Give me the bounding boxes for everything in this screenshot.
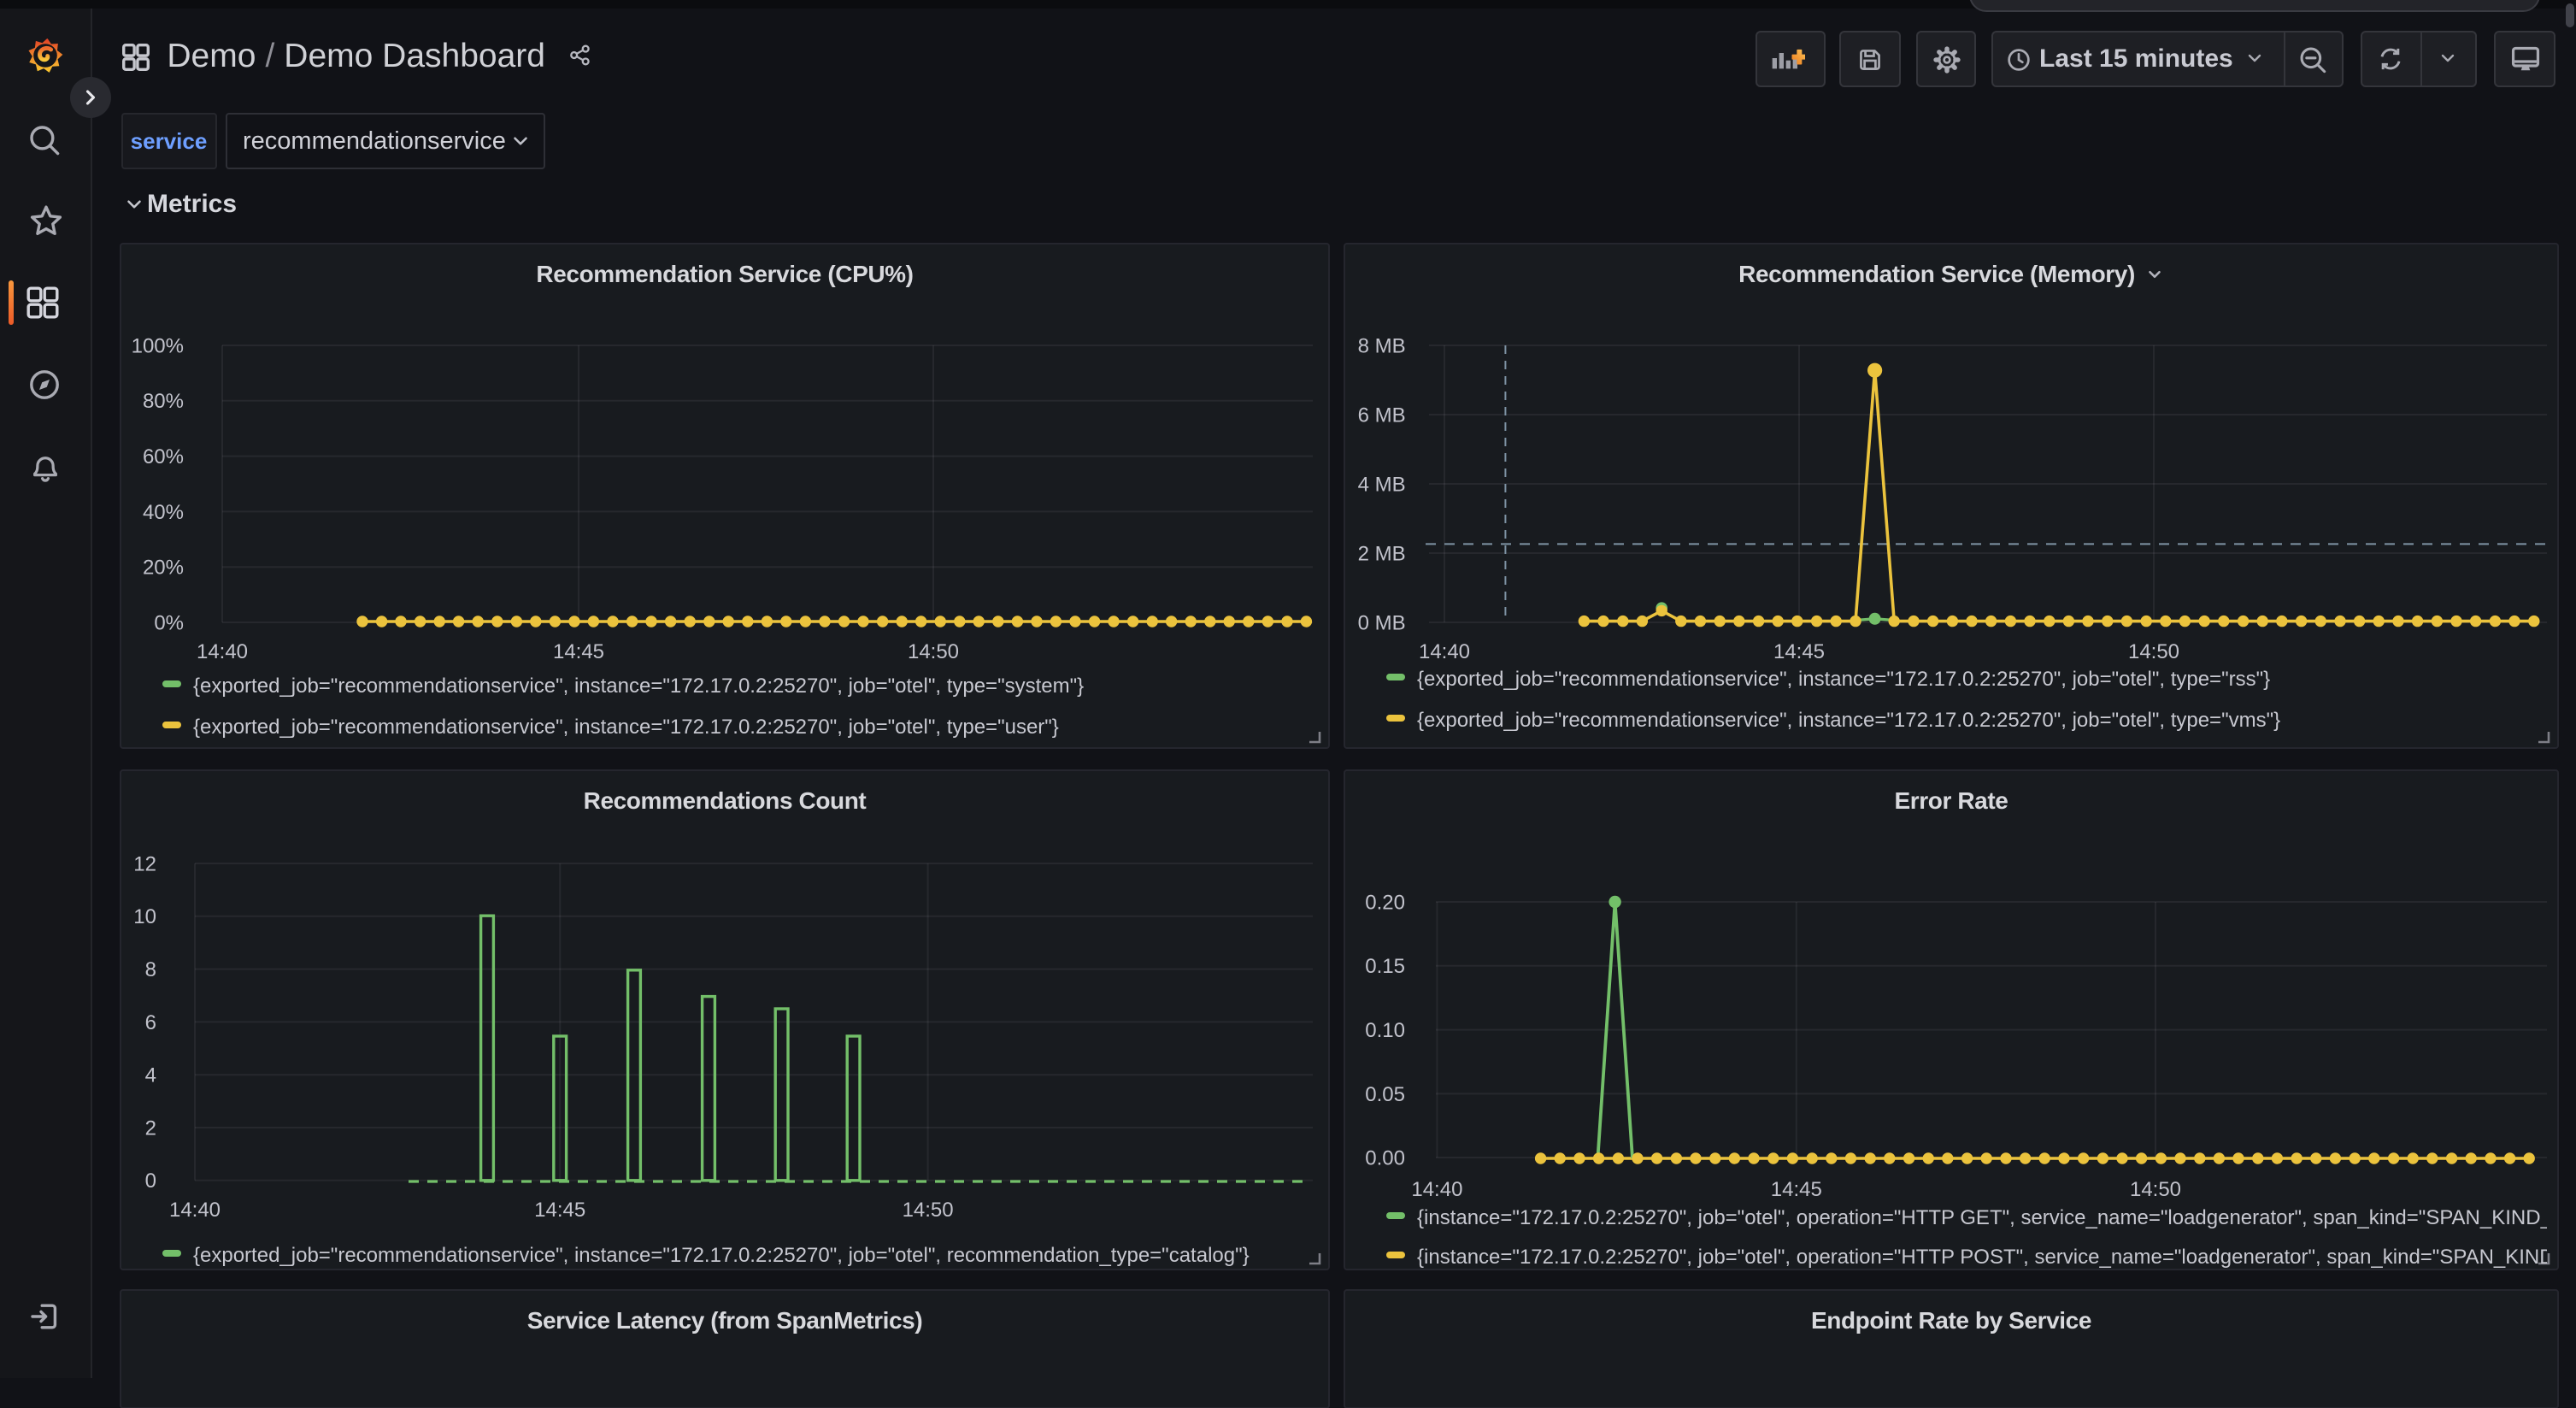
svg-text:0%: 0% <box>154 611 184 634</box>
svg-text:14:45: 14:45 <box>534 1199 585 1222</box>
svg-text:2: 2 <box>145 1116 156 1140</box>
svg-text:14:40: 14:40 <box>1411 1178 1462 1201</box>
svg-text:14:40: 14:40 <box>1419 640 1470 663</box>
svg-text:4: 4 <box>145 1064 156 1087</box>
svg-text:0.20: 0.20 <box>1365 891 1405 914</box>
svg-text:0.05: 0.05 <box>1365 1083 1405 1106</box>
svg-text:0.10: 0.10 <box>1365 1019 1405 1042</box>
svg-text:80%: 80% <box>143 390 184 413</box>
svg-text:14:50: 14:50 <box>2128 640 2179 663</box>
svg-text:14:45: 14:45 <box>1773 640 1825 663</box>
svg-text:0: 0 <box>145 1169 156 1193</box>
svg-text:14:50: 14:50 <box>903 1199 954 1222</box>
svg-text:0.00: 0.00 <box>1365 1146 1405 1169</box>
svg-text:14:50: 14:50 <box>2130 1178 2181 1201</box>
svg-text:14:40: 14:40 <box>197 640 248 663</box>
svg-text:0 MB: 0 MB <box>1358 611 1406 634</box>
svg-text:8 MB: 8 MB <box>1358 334 1406 357</box>
svg-text:20%: 20% <box>143 557 184 580</box>
svg-text:14:40: 14:40 <box>169 1199 221 1222</box>
svg-text:60%: 60% <box>143 445 184 468</box>
svg-text:0.15: 0.15 <box>1365 955 1405 978</box>
svg-text:100%: 100% <box>132 334 184 357</box>
svg-text:10: 10 <box>133 905 156 928</box>
svg-text:14:45: 14:45 <box>553 640 604 663</box>
svg-text:6 MB: 6 MB <box>1358 404 1406 427</box>
svg-text:14:50: 14:50 <box>908 640 959 663</box>
svg-text:8: 8 <box>145 958 156 981</box>
svg-text:12: 12 <box>133 852 156 875</box>
svg-text:40%: 40% <box>143 501 184 524</box>
svg-text:14:45: 14:45 <box>1771 1178 1822 1201</box>
svg-text:2 MB: 2 MB <box>1358 542 1406 565</box>
svg-text:4 MB: 4 MB <box>1358 473 1406 496</box>
svg-text:6: 6 <box>145 1011 156 1034</box>
